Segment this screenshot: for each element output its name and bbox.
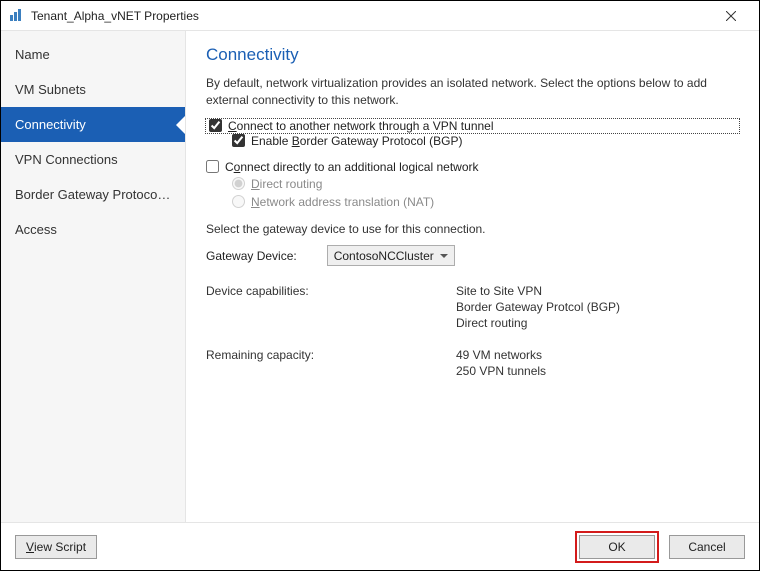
radio-nat[interactable] <box>232 195 245 208</box>
checkbox-row-bgp[interactable]: Enable Border Gateway Protocol (BGP) <box>232 133 739 149</box>
close-icon <box>726 11 736 21</box>
gateway-device-label: Gateway Device: <box>206 249 297 263</box>
checkbox-direct-connect[interactable] <box>206 160 219 173</box>
close-button[interactable] <box>711 2 751 30</box>
ok-button[interactable]: OK <box>579 535 655 559</box>
sidebar-item-connectivity[interactable]: Connectivity <box>1 107 185 142</box>
ok-button-highlight: OK <box>575 531 659 563</box>
sidebar-item-access[interactable]: Access <box>1 212 185 247</box>
remaining-capacity-value-1: 250 VPN tunnels <box>456 364 739 378</box>
sidebar-item-name[interactable]: Name <box>1 37 185 72</box>
remaining-capacity-label: Remaining capacity: <box>206 348 456 362</box>
sidebar-item-vm-subnets[interactable]: VM Subnets <box>1 72 185 107</box>
gateway-device-select[interactable]: ContosoNCCluster <box>327 245 455 266</box>
remaining-capacity-value-0: 49 VM networks <box>456 348 739 362</box>
app-icon <box>9 8 25 24</box>
radio-row-nat[interactable]: Network address translation (NAT) <box>232 193 739 211</box>
content-pane: Connectivity By default, network virtual… <box>186 31 759 522</box>
sidebar-item-vpn-connections[interactable]: VPN Connections <box>1 142 185 177</box>
device-capabilities-value-1: Border Gateway Protcol (BGP) <box>456 300 739 314</box>
radio-direct-routing-label: Direct routing <box>251 177 322 191</box>
cancel-button[interactable]: Cancel <box>669 535 745 559</box>
device-capabilities-value-0: Site to Site VPN <box>456 284 739 298</box>
page-description: By default, network virtualization provi… <box>206 75 739 109</box>
radio-row-direct-routing[interactable]: Direct routing <box>232 175 739 193</box>
view-script-button[interactable]: View Script <box>15 535 97 559</box>
checkbox-vpn-label: Connect to another network through a VPN… <box>228 119 494 133</box>
gateway-device-value: ContosoNCCluster <box>334 249 434 263</box>
checkbox-bgp-label: Enable Border Gateway Protocol (BGP) <box>251 134 462 148</box>
checkbox-vpn[interactable] <box>209 119 222 132</box>
sidebar-item-bgp[interactable]: Border Gateway Protocol... <box>1 177 185 212</box>
gateway-prompt: Select the gateway device to use for thi… <box>206 221 739 238</box>
checkbox-row-vpn[interactable]: Connect to another network through a VPN… <box>206 119 739 133</box>
checkbox-direct-connect-label: Connect directly to an additional logica… <box>225 160 479 174</box>
checkbox-bgp[interactable] <box>232 134 245 147</box>
radio-direct-routing[interactable] <box>232 177 245 190</box>
device-capabilities-label: Device capabilities: <box>206 284 456 298</box>
page-title: Connectivity <box>206 45 739 65</box>
checkbox-row-direct-connect[interactable]: Connect directly to an additional logica… <box>206 159 739 175</box>
device-capabilities-value-2: Direct routing <box>456 316 739 330</box>
footer: View Script OK Cancel <box>1 522 759 570</box>
radio-nat-label: Network address translation (NAT) <box>251 195 434 209</box>
sidebar: Name VM Subnets Connectivity VPN Connect… <box>1 31 186 522</box>
window-title: Tenant_Alpha_vNET Properties <box>31 9 711 23</box>
titlebar: Tenant_Alpha_vNET Properties <box>1 1 759 31</box>
